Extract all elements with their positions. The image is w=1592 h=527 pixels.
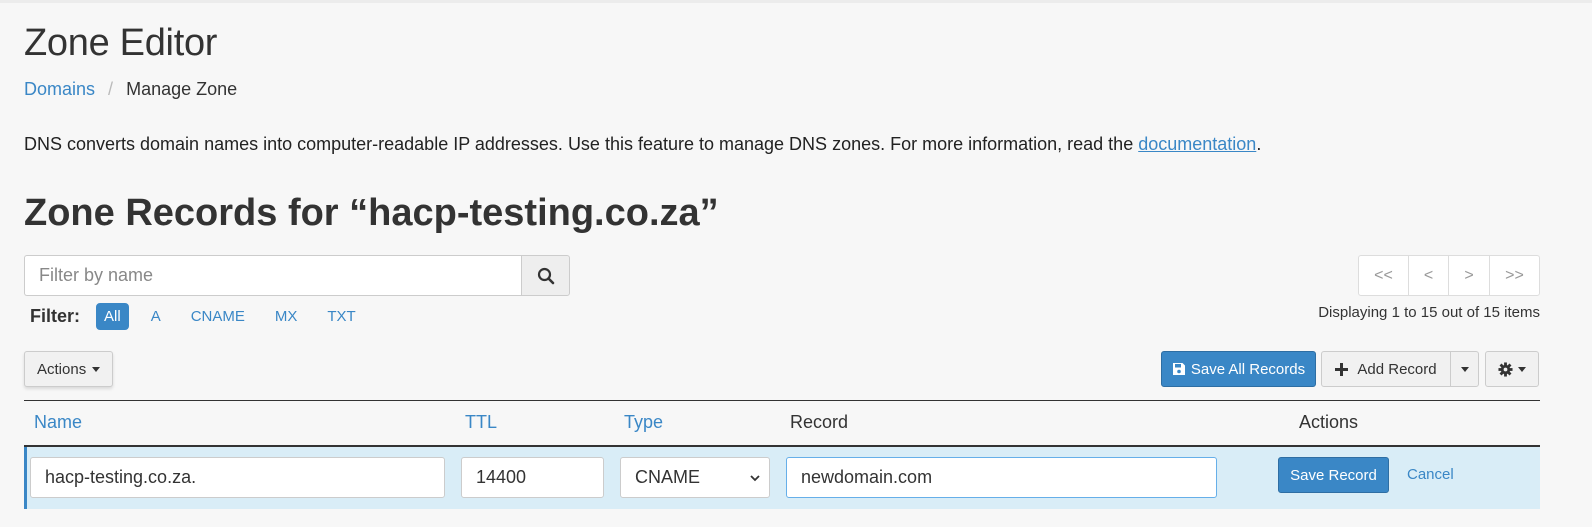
record-type-value: CNAME [635, 467, 701, 487]
record-value-input[interactable] [786, 457, 1217, 498]
cancel-link[interactable]: Cancel [1407, 466, 1454, 483]
search-icon [537, 267, 554, 284]
breadcrumb-separator: / [108, 79, 114, 99]
filter-txt[interactable]: TXT [319, 303, 363, 330]
column-header-name[interactable]: Name [34, 412, 82, 433]
column-header-ttl[interactable]: TTL [465, 412, 497, 433]
caret-down-icon [1460, 366, 1469, 372]
caret-down-icon [92, 366, 101, 372]
filter-cname[interactable]: CNAME [183, 303, 253, 330]
page-description: DNS converts domain names into computer-… [24, 134, 1261, 155]
search-input[interactable] [24, 255, 521, 296]
breadcrumb: Domains / Manage Zone [24, 79, 237, 100]
caret-down-icon [1518, 366, 1526, 372]
table-top-border [24, 400, 1540, 401]
save-all-records-button[interactable]: Save All Records [1161, 351, 1316, 387]
add-record-button[interactable]: Add Record [1321, 351, 1451, 387]
zone-records-title: Zone Records for “hacp-testing.co.za” [24, 192, 719, 234]
gear-icon [1498, 361, 1513, 377]
actions-dropdown-button[interactable]: Actions [24, 351, 114, 387]
breadcrumb-domains-link[interactable]: Domains [24, 79, 95, 99]
filter-mx[interactable]: MX [267, 303, 306, 330]
save-icon [1172, 363, 1185, 375]
column-header-record: Record [790, 412, 849, 432]
last-page-button[interactable]: >> [1489, 255, 1540, 296]
actions-label: Actions [37, 360, 87, 378]
filter-all[interactable]: All [96, 303, 129, 330]
column-header-actions: Actions [1299, 412, 1359, 432]
plus-icon [1335, 362, 1349, 376]
next-page-button[interactable]: > [1448, 255, 1490, 296]
save-all-records-label: Save All Records [1190, 360, 1306, 378]
page-title: Zone Editor [24, 22, 218, 64]
settings-dropdown-button[interactable] [1485, 351, 1539, 387]
description-suffix: . [1256, 134, 1262, 154]
documentation-link[interactable]: documentation [1138, 134, 1256, 154]
search-button[interactable] [521, 255, 570, 296]
breadcrumb-current: Manage Zone [126, 79, 238, 99]
top-border [0, 0, 1592, 3]
add-record-dropdown-toggle[interactable] [1450, 351, 1479, 387]
prev-page-button[interactable]: < [1408, 255, 1449, 296]
description-text: DNS converts domain names into computer-… [24, 134, 1139, 154]
add-record-label: Add Record [1357, 360, 1437, 378]
pagination-info: Displaying 1 to 15 out of 15 items [1318, 304, 1540, 321]
chevron-down-icon [750, 475, 760, 482]
search-group [24, 255, 570, 296]
filter-label: Filter: [30, 306, 81, 326]
record-name-input[interactable] [30, 457, 445, 498]
record-type-select[interactable]: CNAME [620, 457, 770, 498]
filter-bar: Filter: All A CNAME MX TXT [30, 303, 372, 330]
first-page-button[interactable]: << [1358, 255, 1409, 296]
column-header-type[interactable]: Type [624, 412, 663, 433]
record-ttl-input[interactable] [461, 457, 604, 498]
pagination: << < > >> [1358, 255, 1540, 296]
save-record-button[interactable]: Save Record [1278, 457, 1389, 493]
filter-a[interactable]: A [143, 303, 169, 330]
